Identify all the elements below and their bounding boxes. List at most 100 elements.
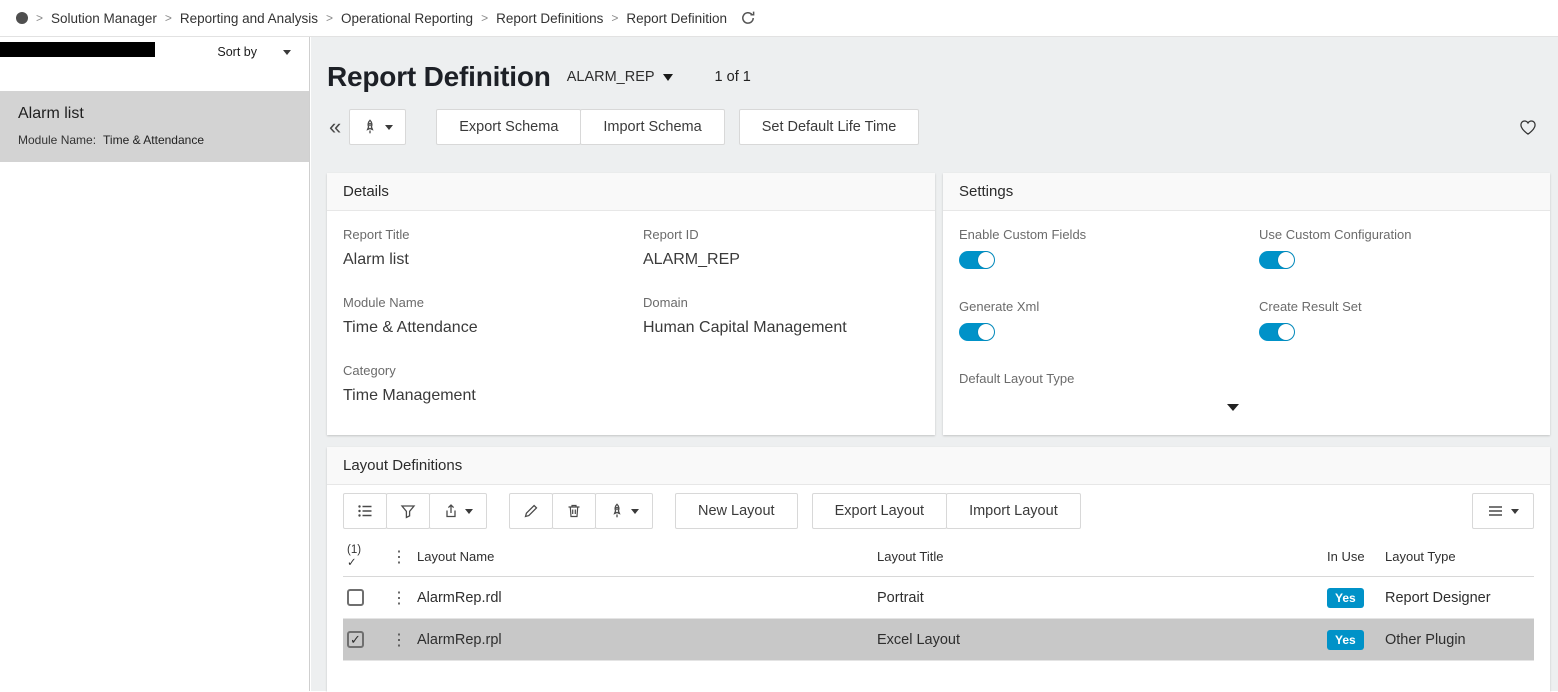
sort-by-label[interactable]: Sort by — [217, 45, 257, 59]
field-category: Category Time Management — [343, 363, 643, 405]
use-custom-configuration-toggle[interactable] — [1259, 251, 1295, 269]
breadcrumb-separator: > — [480, 11, 489, 25]
details-panel: Details Report Title Alarm list Report I… — [327, 173, 935, 435]
table-header-row: (1) ✓ ⋮ Layout Name Layout Title In Use … — [343, 537, 1534, 577]
field-value: Human Capital Management — [643, 319, 919, 337]
actions-dropdown-button[interactable] — [349, 109, 406, 145]
toggle-knob — [1278, 324, 1294, 340]
settings-panel: Settings Enable Custom Fields Use Custom… — [943, 173, 1550, 435]
layout-definitions-panel: Layout Definitions New Layout — [327, 447, 1550, 692]
sidebar-header: Sort by — [0, 37, 309, 67]
breadcrumb-item-operational-reporting[interactable]: Operational Reporting — [341, 11, 473, 26]
row-actions-caret-icon — [631, 509, 639, 514]
column-header-layout-type[interactable]: Layout Type — [1385, 549, 1534, 564]
edit-button[interactable] — [509, 493, 553, 529]
module-name-label: Module Name: — [18, 133, 96, 147]
column-header-layout-name[interactable]: Layout Name — [417, 549, 877, 564]
field-value: Alarm list — [343, 251, 643, 269]
filter-button[interactable] — [386, 493, 430, 529]
table-row[interactable]: ✓ ⋮ AlarmRep.rpl Excel Layout Yes Other … — [343, 619, 1534, 661]
field-label: Category — [343, 363, 643, 378]
collapse-sidebar-icon[interactable]: « — [327, 109, 349, 145]
row-kebab-icon[interactable]: ⋮ — [381, 630, 417, 650]
field-label: Report ID — [643, 227, 919, 242]
row-select-cell: ✓ — [343, 631, 381, 648]
table-view-dropdown-button[interactable] — [1472, 493, 1534, 529]
column-header-in-use[interactable]: In Use — [1327, 549, 1385, 564]
header-kebab-icon[interactable]: ⋮ — [381, 547, 417, 567]
table-row[interactable]: ⋮ AlarmRep.rdl Portrait Yes Report Desig… — [343, 577, 1534, 619]
field-domain: Domain Human Capital Management — [643, 295, 919, 337]
row-kebab-icon[interactable]: ⋮ — [381, 588, 417, 608]
in-use-badge: Yes — [1327, 588, 1364, 608]
row-in-use-cell: Yes — [1327, 588, 1385, 608]
main-content: Report Definition ALARM_REP 1 of 1 « Exp… — [311, 37, 1558, 691]
column-header-layout-title[interactable]: Layout Title — [877, 549, 1327, 564]
toggle-generate-xml: Generate Xml — [959, 299, 1259, 341]
default-layout-type-select[interactable] — [959, 395, 1239, 421]
row-layout-name: AlarmRep.rpl — [417, 632, 877, 648]
breadcrumb-item-report-definitions[interactable]: Report Definitions — [496, 11, 603, 26]
toggle-label: Enable Custom Fields — [959, 227, 1259, 242]
delete-button[interactable] — [552, 493, 596, 529]
table-view-caret-icon — [1511, 509, 1519, 514]
details-fields: Report Title Alarm list Report ID ALARM_… — [327, 211, 935, 421]
export-layout-button[interactable]: Export Layout — [812, 493, 947, 529]
page-title: Report Definition — [327, 61, 551, 93]
actions-caret-icon — [385, 125, 393, 130]
set-default-life-time-button[interactable]: Set Default Life Time — [739, 109, 920, 145]
breadcrumb-item-report-definition[interactable]: Report Definition — [626, 11, 727, 26]
field-module-name: Module Name Time & Attendance — [343, 295, 643, 337]
toggle-knob — [978, 324, 994, 340]
field-value: Time Management — [343, 387, 643, 405]
module-name-value: Time & Attendance — [103, 133, 204, 147]
field-report-id: Report ID ALARM_REP — [643, 227, 919, 269]
title-row: Report Definition ALARM_REP 1 of 1 — [327, 57, 1550, 97]
toggle-create-result-set: Create Result Set — [1259, 299, 1534, 341]
layout-toolbar: New Layout Export Layout Import Layout — [327, 485, 1550, 537]
generate-xml-toggle[interactable] — [959, 323, 995, 341]
sidebar: Sort by Alarm list Module Name:Time & At… — [0, 37, 310, 691]
toggle-label: Create Result Set — [1259, 299, 1534, 314]
new-layout-button[interactable]: New Layout — [675, 493, 798, 529]
sidebar-item-alarm-list[interactable]: Alarm list Module Name:Time & Attendance — [0, 91, 309, 162]
create-result-set-toggle[interactable] — [1259, 323, 1295, 341]
breadcrumb-bar: > Solution Manager > Reporting and Analy… — [0, 0, 1558, 37]
export-dropdown-button[interactable] — [429, 493, 487, 529]
sidebar-top-bar — [0, 42, 155, 57]
import-layout-button[interactable]: Import Layout — [946, 493, 1081, 529]
settings-fields: Enable Custom Fields Use Custom Configur… — [943, 211, 1550, 437]
list-view-button[interactable] — [343, 493, 387, 529]
settings-panel-title: Settings — [943, 173, 1550, 211]
default-layout-type-caret-icon — [1227, 404, 1239, 411]
export-schema-button[interactable]: Export Schema — [436, 109, 581, 145]
row-actions-dropdown-button[interactable] — [595, 493, 653, 529]
row-layout-name: AlarmRep.rdl — [417, 590, 877, 606]
row-checkbox[interactable] — [347, 589, 364, 606]
sort-by-caret-icon[interactable] — [283, 50, 291, 55]
record-selector[interactable]: ALARM_REP — [567, 69, 673, 85]
import-schema-button[interactable]: Import Schema — [580, 109, 724, 145]
cards-row: Details Report Title Alarm list Report I… — [327, 173, 1550, 435]
field-value: Time & Attendance — [343, 319, 643, 337]
record-count: 1 of 1 — [715, 69, 751, 85]
select-all-control[interactable]: (1) ✓ — [347, 544, 381, 570]
layouts-table: (1) ✓ ⋮ Layout Name Layout Title In Use … — [343, 537, 1534, 661]
toggle-label: Generate Xml — [959, 299, 1259, 314]
row-layout-title: Excel Layout — [877, 632, 1327, 648]
field-value: ALARM_REP — [643, 251, 919, 269]
favorite-heart-icon[interactable] — [1518, 117, 1538, 137]
row-layout-title: Portrait — [877, 590, 1327, 606]
sidebar-item-module: Module Name: Time & Attendance — [18, 133, 291, 147]
breadcrumb-separator: > — [610, 11, 619, 25]
enable-custom-fields-toggle[interactable] — [959, 251, 995, 269]
breadcrumb-separator: > — [325, 11, 334, 25]
layout-definitions-title: Layout Definitions — [327, 447, 1550, 485]
breadcrumb-item-reporting-analysis[interactable]: Reporting and Analysis — [180, 11, 318, 26]
home-icon[interactable] — [16, 12, 28, 24]
row-checkbox[interactable]: ✓ — [347, 631, 364, 648]
page-toolbar: « Export Schema Import Schema Set Defaul… — [327, 109, 1550, 145]
refresh-icon[interactable] — [740, 10, 756, 26]
breadcrumb-item-solution-manager[interactable]: Solution Manager — [51, 11, 157, 26]
default-layout-type-label: Default Layout Type — [959, 371, 1259, 386]
